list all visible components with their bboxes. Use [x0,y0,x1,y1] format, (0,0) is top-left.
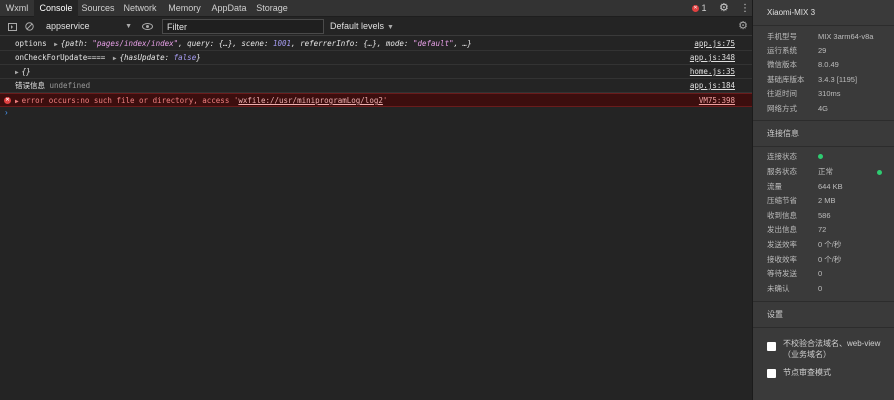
tab-network[interactable]: Network [118,0,162,17]
error-counter[interactable]: ✕ 1 [692,0,707,17]
skip-domain-check-label[interactable]: 不校验合法域名、web-view（业务域名） [783,338,891,360]
connection-status-dot-icon [818,154,823,159]
error-icon: ✕ [4,97,11,104]
settings-gear-icon[interactable]: ⚙ [719,0,729,17]
device-info-row: 手机型号 MIX 3arm64-v8a [767,32,874,41]
source-link[interactable]: app.js:348 [690,51,735,65]
device-info-row: 往返时间 310ms [767,89,841,98]
console-prompt[interactable]: › [0,107,752,119]
clear-console-icon[interactable] [23,17,35,36]
divider [753,146,894,147]
error-text: error occurs:no such file or directory, … [21,96,239,105]
expand-triangle-icon[interactable]: ▶ [54,41,58,48]
log-label: options [15,39,47,48]
settings-section-title: 设置 [767,310,783,319]
console-row[interactable]: 错误信息 undefined app.js:184 [0,79,752,93]
chevron-down-icon: ▼ [125,23,132,30]
console-output: options ▶ {path: "pages/index/index", que… [0,37,752,119]
divider [753,120,894,121]
console-toolbar: appservice ▼ Default levels▼ ⚙ [0,17,752,36]
divider [753,25,894,26]
connection-row: 服务状态 正常 [767,167,833,176]
connection-row: 连接状态 [767,150,891,164]
tab-appdata[interactable]: AppData [207,0,251,17]
connection-row: 收到信息 586 [767,211,831,220]
connection-row: 发出信息 72 [767,225,827,234]
connection-row: 未确认 0 [767,284,823,293]
log-levels-dropdown[interactable]: Default levels ▼ [330,17,394,36]
console-settings-gear-icon[interactable]: ⚙ [736,17,750,36]
source-link[interactable]: home.js:35 [690,65,735,79]
connection-row: 压缩节省 2 MB [767,196,836,205]
device-info-row: 运行系统 29 [767,46,827,55]
filter-input[interactable] [162,19,324,34]
sidebar-toggle-icon[interactable] [6,17,18,36]
chevron-down-icon: ▼ [387,24,394,31]
source-link[interactable]: VM75:398 [699,94,735,108]
device-name: Xiaomi-MIX 3 [767,8,816,17]
log-object: {} [21,67,31,76]
tab-sources[interactable]: Sources [78,0,118,17]
connection-row: 发送效率 0 个/秒 [767,240,842,249]
log-levels-label: Default levels [330,21,385,31]
error-count: 1 [701,3,707,13]
node-inspect-label[interactable]: 节点审查模式 [783,367,891,378]
tab-storage[interactable]: Storage [251,0,293,17]
context-selector[interactable]: appservice ▼ [46,17,132,36]
log-value: undefined [49,81,91,90]
expand-triangle-icon[interactable]: ▶ [113,55,117,62]
device-info-row: 微信版本 8.0.49 [767,60,839,69]
error-icon: ✕ [692,5,699,13]
log-object: {path: "pages/index/index", query: {…}, … [60,39,472,48]
node-inspect-checkbox[interactable] [767,369,776,378]
devtools-tab-bar: Wxml Console Sources Network Memory AppD… [0,0,752,18]
log-label: 错误信息 [15,81,45,90]
device-info-row: 基础库版本 3.4.3 [1195] [767,75,858,84]
log-label: onCheckForUpdate==== [15,53,106,62]
divider [753,301,894,302]
divider [753,327,894,328]
expand-triangle-icon[interactable]: ▶ [15,69,19,76]
service-status-dot-icon [877,170,882,175]
tab-console[interactable]: Console [34,0,78,18]
source-link[interactable]: app.js:184 [690,79,735,93]
console-error-row[interactable]: ✕ ▶ error occurs:no such file or director… [0,93,752,107]
prompt-chevron-icon: › [5,108,8,117]
console-row[interactable]: onCheckForUpdate==== ▶ {hasUpdate: false}… [0,51,752,65]
eye-icon[interactable] [140,17,154,36]
device-info-panel: Xiaomi-MIX 3 手机型号 MIX 3arm64-v8a 运行系统 29 微… [752,0,894,400]
devtools-main-panel: Wxml Console Sources Network Memory AppD… [0,0,752,400]
source-link[interactable]: app.js:75 [694,37,735,51]
console-row[interactable]: ▶{} home.js:35 [0,65,752,79]
tab-wxml[interactable]: Wxml [0,0,34,17]
error-file-link[interactable]: wxfile://usr/miniprogramLog/log2 [238,96,383,105]
context-value: appservice [46,21,90,31]
skip-domain-check-checkbox[interactable] [767,342,776,351]
connection-row: 接收效率 0 个/秒 [767,255,842,264]
log-object: {hasUpdate: false} [119,53,201,62]
connection-section-title: 连接信息 [767,129,799,138]
more-menu-icon[interactable]: ⋮ [740,0,750,17]
tab-memory[interactable]: Memory [162,0,207,17]
connection-row: 等待发送 0 [767,269,823,278]
device-info-row: 网络方式 4G [767,104,829,113]
console-row[interactable]: options ▶ {path: "pages/index/index", que… [0,37,752,51]
expand-triangle-icon[interactable]: ▶ [15,98,19,105]
connection-row: 流量 644 KB [767,182,843,191]
